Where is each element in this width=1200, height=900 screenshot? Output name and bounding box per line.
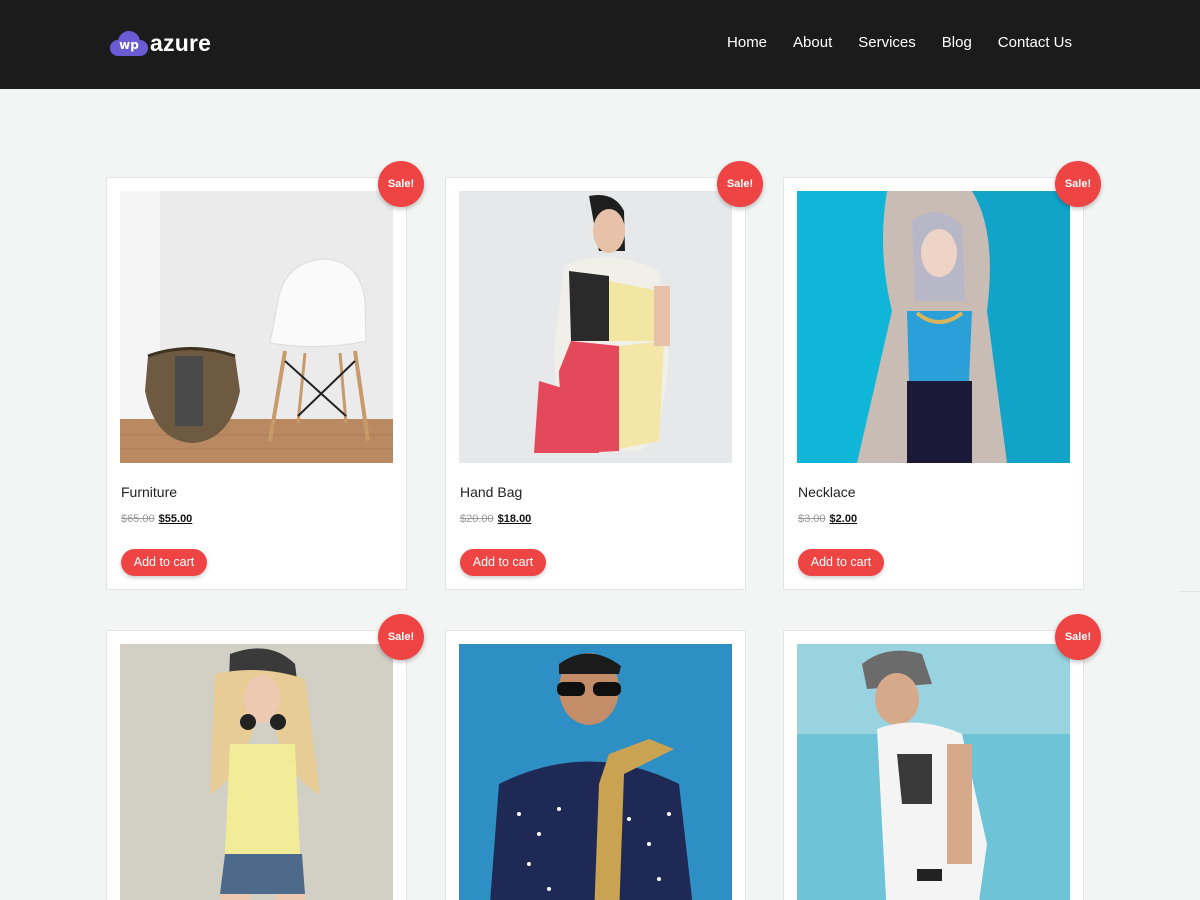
- product-card: Sale!: [106, 614, 424, 900]
- product-title[interactable]: Furniture: [121, 484, 177, 500]
- logo-badge: wp: [119, 38, 139, 52]
- add-to-cart-button[interactable]: Add to cart: [121, 549, 207, 576]
- product-price: $20.00 $18.00: [460, 513, 531, 525]
- nav-about[interactable]: About: [793, 34, 832, 51]
- product-image[interactable]: [459, 644, 732, 900]
- old-price: $3.00: [798, 513, 826, 525]
- product-title[interactable]: Hand Bag: [460, 484, 522, 500]
- product-card: [445, 630, 746, 900]
- logo-text: azure: [150, 29, 212, 56]
- site-logo[interactable]: wp azure: [110, 28, 211, 58]
- add-to-cart-button[interactable]: Add to cart: [798, 549, 884, 576]
- main-nav: Home About Services Blog Contact Us: [701, 34, 1072, 51]
- product-image[interactable]: [797, 644, 1070, 900]
- add-to-cart-button[interactable]: Add to cart: [460, 549, 546, 576]
- sale-badge: Sale!: [1055, 161, 1101, 207]
- old-price: $65.00: [121, 513, 155, 525]
- product-card-necklace: Sale! Necklace $3.00 $2.00 Add to cart: [783, 161, 1101, 590]
- product-price: $65.00 $55.00: [121, 513, 192, 525]
- nav-services[interactable]: Services: [858, 34, 916, 51]
- sale-badge: Sale!: [717, 161, 763, 207]
- sale-price: $2.00: [829, 513, 858, 525]
- product-image[interactable]: [120, 644, 393, 900]
- nav-blog[interactable]: Blog: [942, 34, 972, 51]
- product-card-furniture: Sale! Furniture $65.00 $55.00 Add to cart: [106, 161, 424, 590]
- product-title[interactable]: Necklace: [798, 484, 856, 500]
- product-image-hand-bag[interactable]: [459, 191, 732, 463]
- product-card: Sale!: [783, 614, 1101, 900]
- divider: [1180, 591, 1200, 592]
- sale-badge: Sale!: [378, 614, 424, 660]
- product-image-furniture[interactable]: [120, 191, 393, 463]
- sale-badge: Sale!: [1055, 614, 1101, 660]
- sale-price: $18.00: [497, 513, 532, 525]
- sale-price: $55.00: [158, 513, 193, 525]
- site-header: wp azure Home About Services Blog Contac…: [0, 0, 1200, 89]
- nav-home[interactable]: Home: [727, 34, 767, 51]
- product-image-necklace[interactable]: [797, 191, 1070, 463]
- sale-badge: Sale!: [378, 161, 424, 207]
- old-price: $20.00: [460, 513, 494, 525]
- product-price: $3.00 $2.00: [798, 513, 857, 525]
- nav-contact-us[interactable]: Contact Us: [998, 34, 1072, 51]
- product-card-hand-bag: Sale! Hand Bag $20.00 $18.00 Add to cart: [445, 161, 763, 590]
- cloud-icon: wp: [110, 30, 148, 56]
